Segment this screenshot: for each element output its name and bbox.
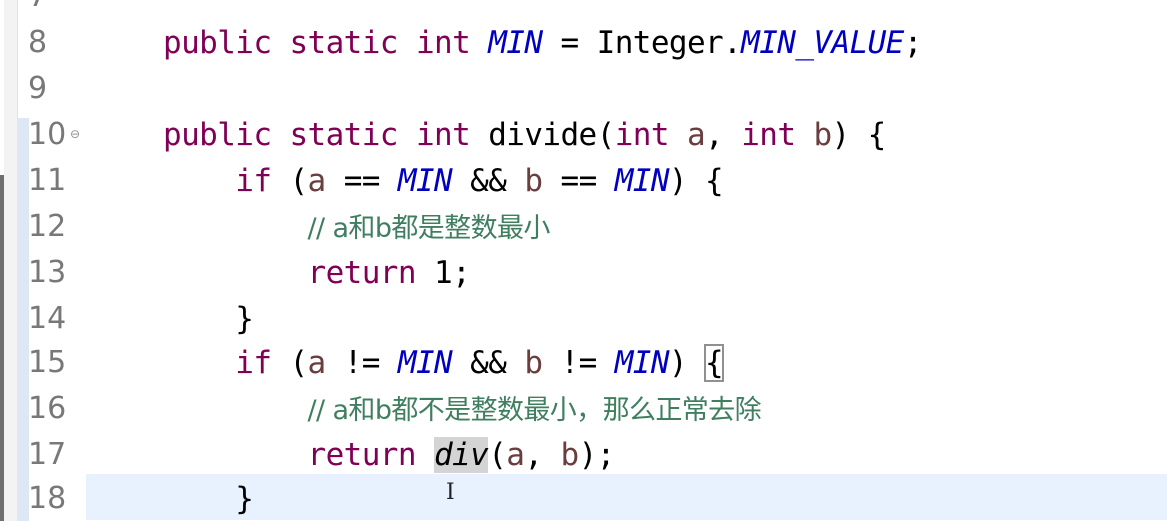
line-number: 14	[28, 301, 67, 336]
code-comment: // a和b都不是整数最小，那么正常去除	[307, 395, 762, 426]
line-number: 11	[28, 163, 67, 198]
code-line-10[interactable]: public static int divide(int a, int b) {	[163, 112, 886, 158]
code-line-16[interactable]: // a和b都不是整数最小，那么正常去除	[163, 386, 762, 432]
line-number: 17	[28, 437, 67, 472]
text-cursor-icon: I	[446, 480, 455, 505]
code-line-13[interactable]: return 1;	[163, 250, 471, 296]
line-number: 7	[28, 0, 78, 20]
matching-bracket: {	[704, 344, 725, 382]
fold-collapse-icon[interactable]: ⊖	[70, 128, 80, 140]
line-number: 15	[28, 345, 67, 380]
code-comment: // a和b都是整数最小	[307, 213, 551, 244]
code-line-14[interactable]: }	[163, 296, 254, 342]
code-line-11[interactable]: if (a == MIN && b == MIN) {	[163, 158, 723, 204]
annotation-strip	[4, 0, 18, 521]
code-line-12[interactable]: // a和b都是整数最小	[163, 204, 551, 250]
code-line-18[interactable]: }	[163, 476, 254, 521]
line-number: 13	[28, 255, 67, 290]
line-number: 8	[28, 25, 48, 60]
method-call-highlight: div	[433, 437, 489, 473]
code-line-15[interactable]: if (a != MIN && b != MIN) {	[163, 340, 725, 386]
code-line-8[interactable]: public static int MIN = Integer.MIN_VALU…	[163, 20, 922, 66]
line-number: 9	[28, 71, 48, 106]
code-line-17[interactable]: return div(a, b);	[163, 432, 615, 478]
line-number: 12	[28, 209, 67, 244]
line-number: 18	[28, 481, 67, 516]
line-number: 16	[28, 391, 67, 426]
code-editor[interactable]: 7 8 9 10 ⊖ 11 12 13 14 15 16 17 18 publi…	[0, 0, 1167, 521]
